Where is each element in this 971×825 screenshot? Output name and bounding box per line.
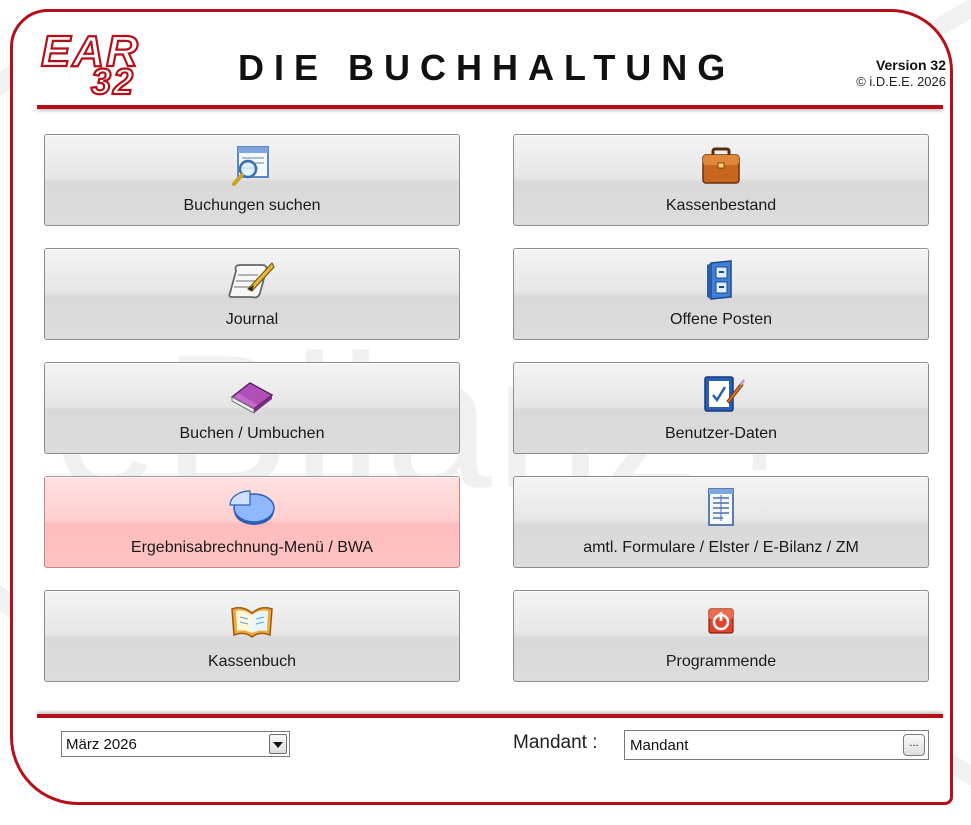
period-value: März 2026 <box>66 736 137 753</box>
mandant-label: Mandant : <box>513 732 598 753</box>
clipboard-pen-icon <box>704 376 745 412</box>
buchungen-suchen-button[interactable]: Buchungen suchen <box>44 134 460 226</box>
programmende-button[interactable]: Programmende <box>513 590 929 682</box>
buchen-umbuchen-label: Buchen / Umbuchen <box>179 425 325 442</box>
app-title: DIE BUCHHALTUNG <box>238 47 736 88</box>
mandant-value: Mandant <box>630 737 689 754</box>
benutzer-daten-button[interactable]: Benutzer-Daten <box>513 362 929 454</box>
footer-divider <box>37 714 943 718</box>
buchen-umbuchen-button[interactable]: Buchen / Umbuchen <box>44 362 460 454</box>
ear32-logo: EAR 32 <box>40 26 139 98</box>
open-book-icon <box>231 606 273 638</box>
copyright-label: © i.D.E.E. 2026 <box>856 74 946 89</box>
period-select[interactable]: März 2026 <box>61 731 290 757</box>
amtl-formulare-label: amtl. Formulare / Elster / E-Bilanz / ZM <box>583 539 859 556</box>
book-icon <box>230 382 274 414</box>
offene-posten-button[interactable]: Offene Posten <box>513 248 929 340</box>
ergebnisabrechnung-menu-button[interactable]: Ergebnisabrechnung-Menü / BWA <box>44 476 460 568</box>
version-label: Version 32 <box>875 57 946 73</box>
offene-posten-label: Offene Posten <box>670 311 772 328</box>
chevron-down-icon <box>273 742 283 748</box>
main-panel: eBilanz+ EAR 32 DIE BUCHHALTUNG Version … <box>10 9 953 805</box>
header-divider <box>37 105 943 109</box>
journal-button[interactable]: Journal <box>44 248 460 340</box>
mandant-browse-button[interactable]: ... <box>903 734 925 756</box>
quill-scroll-icon <box>228 261 275 299</box>
pie-chart-icon <box>229 490 275 525</box>
form-document-icon <box>708 488 734 526</box>
amtl-formulare-button[interactable]: amtl. Formulare / Elster / E-Bilanz / ZM <box>513 476 929 568</box>
kassenbestand-button[interactable]: Kassenbestand <box>513 134 929 226</box>
buchungen-suchen-label: Buchungen suchen <box>183 197 321 214</box>
svg-text:32: 32 <box>91 61 135 98</box>
briefcase-icon <box>702 147 740 184</box>
kassenbestand-label: Kassenbestand <box>665 197 777 214</box>
journal-label: Journal <box>225 311 279 328</box>
cabinet-icon <box>707 260 732 300</box>
search-document-icon <box>232 146 269 186</box>
ergebnisabrechnung-menu-label: Ergebnisabrechnung-Menü / BWA <box>130 539 374 556</box>
period-dropdown-button[interactable] <box>269 734 287 754</box>
kassenbuch-label: Kassenbuch <box>207 653 297 670</box>
mandant-field[interactable]: Mandant ... <box>624 730 929 760</box>
programmende-label: Programmende <box>665 653 777 670</box>
benutzer-daten-label: Benutzer-Daten <box>664 425 778 442</box>
power-icon <box>708 608 734 634</box>
kassenbuch-button[interactable]: Kassenbuch <box>44 590 460 682</box>
